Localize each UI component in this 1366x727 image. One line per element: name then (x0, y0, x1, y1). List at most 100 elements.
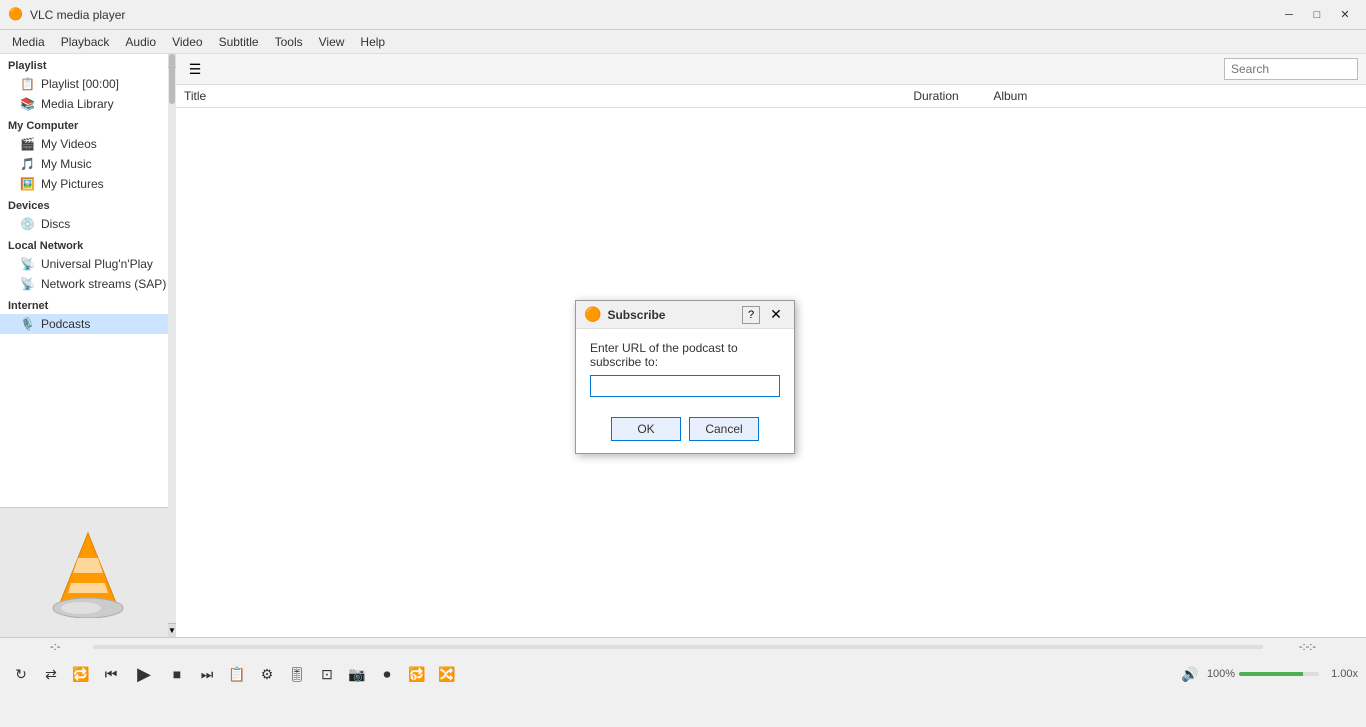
dialog-close-button[interactable]: ✕ (766, 306, 786, 324)
frame-by-frame-button[interactable]: ⊡ (314, 661, 340, 687)
dialog-cancel-button[interactable]: Cancel (689, 417, 759, 441)
app-title: VLC media player (30, 8, 1276, 22)
sidebar-item-sap-label: Network streams (SAP) (41, 277, 166, 291)
sidebar-item-my-pictures[interactable]: 🖼️ My Pictures (0, 174, 176, 194)
col-header-album: Album (993, 89, 1358, 103)
pictures-icon: 🖼️ (20, 177, 35, 191)
menu-video[interactable]: Video (164, 33, 210, 51)
sidebar-scrollbar-thumb[interactable] (169, 54, 175, 104)
sidebar-section-devices: Devices (0, 194, 176, 214)
random-button[interactable]: ⇄ (38, 661, 64, 687)
sidebar-item-upnp-label: Universal Plug'n'Play (41, 257, 153, 271)
maximize-button[interactable]: □ (1304, 5, 1330, 25)
window-controls: ─ □ ✕ (1276, 5, 1358, 25)
dialog-body: Enter URL of the podcast to subscribe to… (576, 329, 794, 409)
col-header-title: Title (184, 89, 913, 103)
volume-slider[interactable] (1239, 672, 1319, 676)
top-bar: ☰ (176, 54, 1366, 85)
snapshot-button[interactable]: 📷 (344, 661, 370, 687)
column-headers: Title Duration Album (176, 85, 1366, 108)
media-library-icon: 📚 (20, 97, 35, 111)
sidebar-item-my-music[interactable]: 🎵 My Music (0, 154, 176, 174)
videos-icon: 🎬 (20, 137, 35, 151)
menu-help[interactable]: Help (352, 33, 393, 51)
extended-settings-button[interactable]: ⚙ (254, 661, 280, 687)
sap-icon: 📡 (20, 277, 35, 291)
disc-icon: 💿 (20, 217, 35, 231)
close-button[interactable]: ✕ (1332, 5, 1358, 25)
artwork-area (0, 507, 176, 637)
top-bar-left: ☰ (184, 58, 206, 80)
sidebar-item-media-library-label: Media Library (41, 97, 114, 111)
sidebar-item-media-library[interactable]: 📚 Media Library (0, 94, 176, 114)
sidebar: Playlist 📋 Playlist [00:00] 📚 Media Libr… (0, 54, 176, 637)
record-button[interactable]: ⏺ (374, 661, 400, 687)
show-effects-button[interactable]: 🎚 (284, 661, 310, 687)
menu-subtitle[interactable]: Subtitle (211, 33, 267, 51)
progress-bar-row: -:- -:-:- (0, 638, 1366, 656)
music-icon: 🎵 (20, 157, 35, 171)
menu-audio[interactable]: Audio (117, 33, 164, 51)
sidebar-section-my-computer: My Computer (0, 114, 176, 134)
sidebar-scrollbar-track[interactable]: ▲ ▼ (168, 54, 176, 637)
sidebar-item-my-pictures-label: My Pictures (41, 177, 104, 191)
sidebar-section-internet: Internet (0, 294, 176, 314)
sidebar-item-playlist-label: Playlist [00:00] (41, 77, 119, 91)
dialog-ok-button[interactable]: OK (611, 417, 681, 441)
loop-button[interactable]: 🔁 (68, 661, 94, 687)
volume-percent: 100% (1207, 668, 1235, 680)
speed-display: 1.00x (1331, 668, 1358, 680)
sidebar-section-playlist: Playlist (0, 54, 176, 74)
vlc-artwork (43, 528, 133, 618)
sidebar-item-sap[interactable]: 📡 Network streams (SAP) (0, 274, 176, 294)
sidebar-section-local-network: Local Network (0, 234, 176, 254)
playlist-view-button[interactable]: ☰ (184, 58, 206, 80)
play-button[interactable]: ▶ (128, 658, 160, 690)
col-header-duration: Duration (913, 89, 993, 103)
stop-button[interactable]: ■ (164, 661, 190, 687)
subscribe-dialog: 🟠 Subscribe ? ✕ Enter URL of the podcast… (575, 300, 795, 454)
sidebar-content: Playlist 📋 Playlist [00:00] 📚 Media Libr… (0, 54, 176, 507)
sidebar-item-my-videos[interactable]: 🎬 My Videos (0, 134, 176, 154)
menu-media[interactable]: Media (4, 33, 53, 51)
prev-button[interactable]: ⏮ (98, 661, 124, 687)
sidebar-item-discs-label: Discs (41, 217, 70, 231)
sidebar-item-podcasts[interactable]: 🎙️ Podcasts (0, 314, 176, 334)
menu-view[interactable]: View (311, 33, 353, 51)
next-button[interactable]: ⏭ (194, 661, 220, 687)
progress-track[interactable] (93, 645, 1263, 649)
dialog-title: Subscribe (607, 308, 736, 322)
sidebar-item-discs[interactable]: 💿 Discs (0, 214, 176, 234)
toggle-playlist-button[interactable]: 📋 (224, 661, 250, 687)
playlist-icon: 📋 (20, 77, 35, 91)
menubar: Media Playback Audio Video Subtitle Tool… (0, 30, 1366, 54)
sidebar-item-podcasts-label: Podcasts (41, 317, 90, 331)
menu-playback[interactable]: Playback (53, 33, 118, 51)
time-total: -:-:- (1271, 641, 1316, 653)
volume-icon[interactable]: 🔊 (1177, 661, 1203, 687)
menu-tools[interactable]: Tools (267, 33, 311, 51)
dialog-titlebar: 🟠 Subscribe ? ✕ (576, 301, 794, 329)
sidebar-item-my-music-label: My Music (41, 157, 92, 171)
sidebar-item-upnp[interactable]: 📡 Universal Plug'n'Play (0, 254, 176, 274)
dialog-help-button[interactable]: ? (742, 306, 760, 324)
ab-loop-button[interactable]: 🔂 (404, 661, 430, 687)
repeat-button[interactable]: ↻ (8, 661, 34, 687)
time-elapsed: -:- (50, 641, 85, 653)
podcast-url-input[interactable] (590, 375, 780, 397)
dialog-buttons: OK Cancel (576, 409, 794, 453)
dialog-icon: 🟠 (584, 306, 601, 323)
titlebar: 🟠 VLC media player ─ □ ✕ (0, 0, 1366, 30)
scroll-down-button[interactable]: ▼ (168, 623, 176, 637)
app-icon: 🟠 (8, 7, 24, 23)
upnp-icon: 📡 (20, 257, 35, 271)
bottom-area: -:- -:-:- ↻ ⇄ 🔁 ⏮ ▶ ■ ⏭ 📋 ⚙ 🎚 ⊡ 📷 ⏺ 🔂 🔀 … (0, 637, 1366, 727)
search-input[interactable] (1224, 58, 1358, 80)
volume-area: 🔊 100% 1.00x (1177, 661, 1358, 687)
sidebar-item-my-videos-label: My Videos (41, 137, 97, 151)
shuffle-button[interactable]: 🔀 (434, 661, 460, 687)
sidebar-item-playlist[interactable]: 📋 Playlist [00:00] (0, 74, 176, 94)
minimize-button[interactable]: ─ (1276, 5, 1302, 25)
dialog-label: Enter URL of the podcast to subscribe to… (590, 341, 780, 369)
podcasts-icon: 🎙️ (20, 317, 35, 331)
